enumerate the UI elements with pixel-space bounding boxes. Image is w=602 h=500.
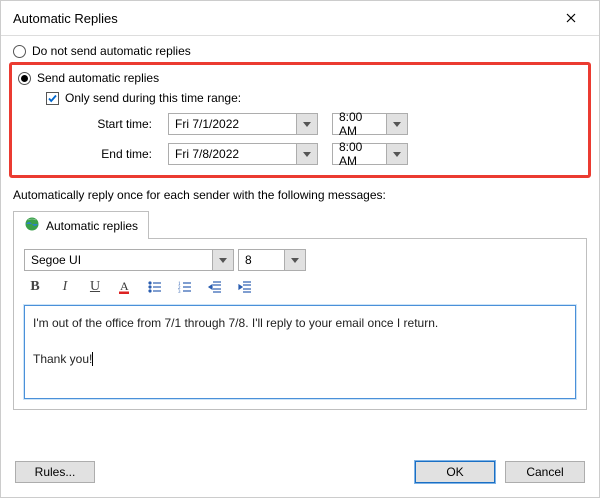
- start-time-dropdown[interactable]: 8:00 AM: [332, 113, 408, 135]
- checkbox-icon: [46, 92, 59, 105]
- numbered-list-button[interactable]: 1 2 3: [174, 277, 196, 297]
- tab-panel: Segoe UI 8 B I U A: [13, 238, 587, 410]
- chevron-down-icon: [387, 114, 407, 134]
- text-caret: [92, 352, 93, 366]
- start-time-label: Start time:: [70, 117, 154, 131]
- message-line-1: I'm out of the office from 7/1 through 7…: [33, 316, 438, 330]
- message-line-2: Thank you!: [33, 352, 92, 366]
- italic-button[interactable]: I: [54, 277, 76, 297]
- svg-text:3: 3: [178, 290, 181, 295]
- ok-button[interactable]: OK: [415, 461, 495, 483]
- dialog-footer: Rules... OK Cancel: [1, 451, 599, 497]
- end-time-value: 8:00 AM: [333, 144, 387, 164]
- reply-section-label: Automatically reply once for each sender…: [13, 188, 587, 202]
- close-icon: [566, 13, 576, 23]
- font-color-button[interactable]: A: [114, 277, 136, 297]
- option-only-during-range[interactable]: Only send during this time range:: [46, 91, 582, 105]
- chevron-down-icon: [297, 144, 317, 164]
- rules-button[interactable]: Rules...: [15, 461, 95, 483]
- end-date-dropdown[interactable]: Fri 7/8/2022: [168, 143, 318, 165]
- font-family-dropdown[interactable]: Segoe UI: [24, 249, 234, 271]
- font-size-value: 8: [239, 250, 285, 270]
- message-editor[interactable]: I'm out of the office from 7/1 through 7…: [24, 305, 576, 399]
- tab-automatic-replies[interactable]: Automatic replies: [13, 211, 149, 239]
- chevron-down-icon: [297, 114, 317, 134]
- start-time-value: 8:00 AM: [333, 114, 387, 134]
- increase-indent-button[interactable]: [234, 277, 256, 297]
- font-size-dropdown[interactable]: 8: [238, 249, 306, 271]
- bullet-list-button[interactable]: [144, 277, 166, 297]
- close-button[interactable]: [551, 7, 591, 29]
- start-date-value: Fri 7/1/2022: [169, 114, 297, 134]
- chevron-down-icon: [387, 144, 407, 164]
- chevron-down-icon: [285, 250, 305, 270]
- font-family-value: Segoe UI: [25, 250, 213, 270]
- decrease-indent-button[interactable]: [204, 277, 226, 297]
- option-label: Send automatic replies: [37, 71, 159, 85]
- highlighted-send-section: Send automatic replies Only send during …: [9, 62, 591, 178]
- underline-button[interactable]: U: [84, 277, 106, 297]
- cancel-button[interactable]: Cancel: [505, 461, 585, 483]
- titlebar: Automatic Replies: [1, 1, 599, 35]
- option-do-not-send[interactable]: Do not send automatic replies: [13, 42, 587, 60]
- chevron-down-icon: [213, 250, 233, 270]
- start-date-dropdown[interactable]: Fri 7/1/2022: [168, 113, 318, 135]
- format-toolbar: B I U A: [24, 277, 576, 297]
- bold-button[interactable]: B: [24, 277, 46, 297]
- radio-icon: [13, 45, 26, 58]
- end-time-label: End time:: [70, 147, 154, 161]
- radio-icon: [18, 72, 31, 85]
- automatic-replies-dialog: Automatic Replies Do not send automatic …: [0, 0, 600, 498]
- option-send-auto[interactable]: Send automatic replies: [18, 69, 582, 87]
- tab-label: Automatic replies: [46, 219, 138, 233]
- end-time-dropdown[interactable]: 8:00 AM: [332, 143, 408, 165]
- dialog-title: Automatic Replies: [13, 11, 551, 26]
- checkbox-label: Only send during this time range:: [65, 91, 241, 105]
- option-label: Do not send automatic replies: [32, 44, 191, 58]
- end-date-value: Fri 7/8/2022: [169, 144, 297, 164]
- globe-icon: [24, 216, 40, 235]
- svg-text:A: A: [120, 279, 129, 293]
